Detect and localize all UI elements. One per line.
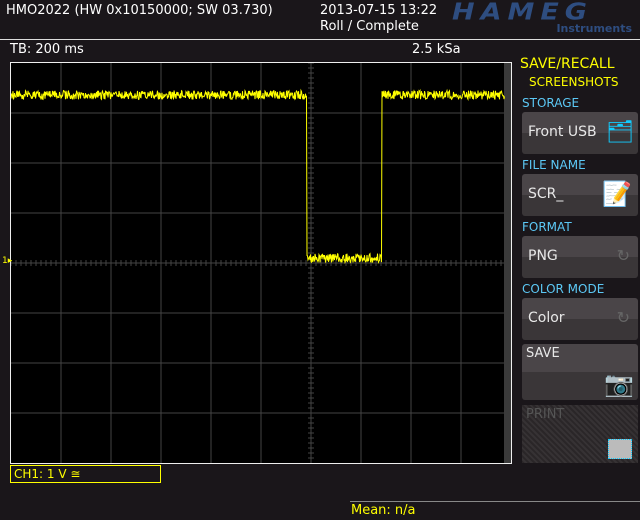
format-button[interactable]: PNG ↻ xyxy=(522,236,638,278)
mean-measurement: Mean: n/a xyxy=(351,503,416,518)
notepad-edit-icon: 📝 xyxy=(602,180,632,208)
measure-divider xyxy=(350,501,640,502)
rotary-knob-icon: ↻ xyxy=(617,308,630,327)
header-divider xyxy=(0,39,640,40)
printer-icon xyxy=(608,439,632,459)
save-button[interactable]: SAVE 📷 xyxy=(522,344,638,400)
storage-label: STORAGE xyxy=(522,96,579,110)
hameg-logo: HAMEG Instruments xyxy=(452,0,640,38)
rotary-knob-icon: ↻ xyxy=(617,246,630,265)
colormode-label: COLOR MODE xyxy=(522,282,604,296)
menu-title: SAVE/RECALL xyxy=(520,56,615,72)
filename-label: FILE NAME xyxy=(522,158,586,172)
ch1-trace xyxy=(11,91,505,263)
colormode-button[interactable]: Color ↻ xyxy=(522,298,638,340)
sample-rate: 2.5 kSa xyxy=(412,42,461,57)
scrollbar[interactable] xyxy=(504,63,511,463)
acquisition-mode: Roll / Complete xyxy=(320,19,419,34)
folder-tree-icon: 🗂 xyxy=(606,120,634,145)
datetime: 2013-07-15 13:22 xyxy=(320,3,437,18)
waveform-grid xyxy=(11,63,511,463)
waveform-display[interactable] xyxy=(10,62,512,464)
camera-floppy-icon: 📷 xyxy=(604,370,634,398)
ch1-ground-marker[interactable]: 1▸ xyxy=(2,256,12,266)
ch1-scale-label[interactable]: CH1: 1 V ≅ xyxy=(10,465,161,483)
format-label: FORMAT xyxy=(522,220,572,234)
timebase[interactable]: TB: 200 ms xyxy=(10,42,84,57)
storage-button[interactable]: Front USB 🗂 xyxy=(522,112,638,154)
print-button[interactable]: PRINT xyxy=(522,405,638,463)
menu-subtitle: SCREENSHOTS xyxy=(529,75,619,89)
device-info: HMO2022 (HW 0x10150000; SW 03.730) xyxy=(6,3,273,18)
filename-button[interactable]: SCR_ 📝 xyxy=(522,174,638,216)
